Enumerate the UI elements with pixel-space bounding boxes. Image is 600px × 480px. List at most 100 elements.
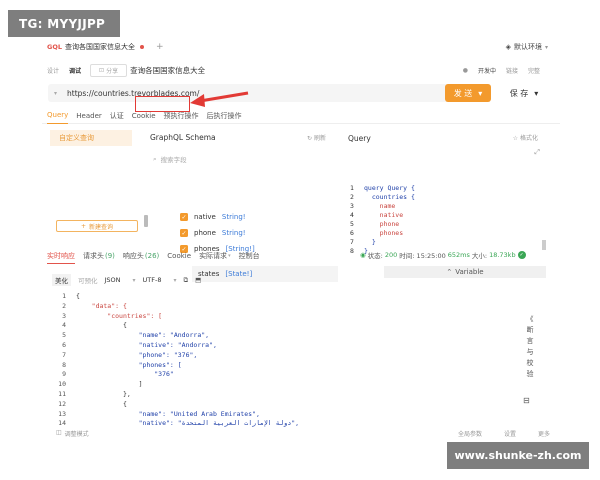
app-window: GQL 查询各国国家信息大全 + ◈ 默认环境 ▾ 设计 调试 ⊡ 分享 查询各… — [42, 38, 560, 440]
query-code[interactable]: 1 query Query { 2 countries { 3 name 4 na… — [350, 184, 415, 256]
full-button[interactable]: 完整 — [528, 66, 540, 75]
format-type-select[interactable]: JSON ▾ — [105, 276, 136, 284]
field-type: String! — [221, 229, 246, 237]
search-icon: ⌕ — [153, 154, 157, 163]
tab-live-response[interactable]: 实时响应 — [47, 248, 75, 264]
refresh-label: 刷新 — [313, 135, 326, 142]
encoding-select[interactable]: UTF-8 ▾ — [143, 276, 177, 284]
code-line: 6 "native": "Andorra", — [50, 341, 299, 351]
save-label: 保 存 — [509, 88, 529, 98]
new-query-label: 新建查询 — [89, 223, 114, 231]
tab-actual-request[interactable]: 实际请求 ▾ — [199, 248, 231, 264]
url-bar[interactable]: ▾ https://countries.trevorblades.com/ — [48, 84, 482, 102]
status-size-label: 大小: — [471, 252, 488, 260]
tab-label: 请求头 — [83, 252, 104, 260]
status-time: 时间: 15:25:00 — [399, 252, 446, 260]
code-line: 9 "376" — [50, 370, 299, 380]
code-line: 8 "phones": [ — [50, 361, 299, 371]
encoding-value: UTF-8 — [142, 276, 162, 284]
response-body[interactable]: 1{ 2 "data": { 3 "countries": [ 4 { 5 "n… — [50, 292, 299, 429]
sidebar-icon: ◫ — [56, 428, 62, 436]
code-line: 11 }, — [50, 390, 299, 400]
global-params-button[interactable]: 全局参数 — [458, 429, 482, 438]
variable-toggle[interactable]: ⌃ Variable — [384, 266, 546, 278]
tab-auth[interactable]: 认证 — [110, 108, 124, 124]
settings-button[interactable]: 设置 — [504, 429, 516, 438]
environment-selector[interactable]: ◈ 默认环境 ▾ — [506, 42, 548, 52]
schema-field-row-states[interactable]: states [State!] — [192, 266, 338, 282]
mode-debug[interactable]: 调试 — [64, 66, 86, 75]
send-label: 发 送 — [453, 88, 473, 98]
line-number: 7 — [350, 238, 354, 246]
expand-icon[interactable]: ⤢ — [534, 148, 540, 157]
format-icon: ☆ — [512, 135, 519, 142]
scrollbar-thumb[interactable] — [144, 215, 148, 227]
line-number: 9 — [62, 370, 66, 379]
more-button[interactable]: 更多 — [538, 429, 550, 438]
mode-design[interactable]: 设计 — [42, 66, 64, 75]
code-line: 5 phone — [350, 220, 415, 229]
raw-button[interactable]: 可预化 — [78, 275, 98, 285]
panel-layout-icon[interactable]: ⊟ — [523, 396, 530, 405]
query-editor-title: Query — [348, 134, 371, 143]
line-number: 5 — [350, 220, 354, 228]
code-line: 12 { — [50, 400, 299, 410]
tab-response-headers[interactable]: 响应头 (26) — [123, 248, 159, 264]
mode-bar: 设计 调试 ⊡ 分享 查询各国国家信息大全 ● 开发中 链接 完整 — [42, 61, 560, 79]
share-button[interactable]: ⊡ 分享 — [90, 63, 128, 77]
format-bar: 美化 可预化 JSON ▾ UTF-8 ▾ ⧉ ⬒ — [52, 274, 201, 286]
tab-label: 实时响应 — [47, 251, 75, 260]
gql-badge: GQL — [47, 43, 63, 51]
status-dot-icon: ● — [462, 67, 468, 74]
assertion-side-tab[interactable]: 《 断 言 与 校 验 — [522, 314, 538, 386]
line-number: 4 — [350, 211, 354, 219]
request-title[interactable]: 查询各国国家信息大全 — [130, 65, 205, 76]
dev-status[interactable]: 开发中 — [478, 66, 496, 75]
field-name: native — [194, 213, 216, 221]
format-button[interactable]: ☆ 格式化 — [513, 133, 538, 142]
save-button[interactable]: 保 存 ▾ — [500, 84, 548, 102]
adjust-mode-button[interactable]: ◫ 调整模式 — [56, 429, 89, 438]
beautify-button[interactable]: 美化 — [52, 274, 71, 286]
schema-refresh-button[interactable]: ↻ 刷新 — [307, 133, 326, 142]
checkbox-checked-icon[interactable]: ✓ — [180, 213, 188, 221]
side-tab-char: 断 — [526, 326, 534, 334]
custom-query-item[interactable]: 自定义查询 — [50, 130, 132, 146]
code-text: { — [76, 399, 127, 408]
schema-search[interactable]: ⌕ 搜索字段 — [150, 152, 338, 166]
adjust-mode-label: 调整模式 — [64, 430, 89, 438]
schema-field-row[interactable]: ✓ phone String! — [180, 226, 246, 240]
footer: ◫ 调整模式 全局参数 设置 更多 — [42, 426, 560, 440]
tab-console[interactable]: 控制台 — [239, 248, 260, 264]
tab-cookie[interactable]: Cookie — [167, 248, 191, 264]
chevron-down-icon[interactable]: ▾ — [54, 90, 57, 97]
tab-graphql-query[interactable]: GQL 查询各国国家信息大全 — [42, 38, 145, 56]
code-line: 5 "name": "Andorra", — [50, 331, 299, 341]
code-line: 7 } — [350, 238, 415, 247]
download-icon[interactable]: ⬒ — [195, 276, 201, 284]
copy-icon[interactable]: ⧉ — [184, 276, 189, 285]
request-tabs: Query Header 认证 Cookie 预执行操作 后执行操作 — [42, 108, 560, 124]
annotation-highlight-box — [135, 96, 190, 112]
tab-request-headers[interactable]: 请求头 (9) — [83, 248, 115, 264]
line-number: 3 — [62, 311, 66, 320]
tab-header[interactable]: Header — [76, 108, 102, 124]
new-query-button[interactable]: + 新建查询 — [56, 220, 138, 232]
send-button[interactable]: 发 送 ▾ — [445, 84, 491, 102]
code-line: 13 "name": "United Arab Emirates", — [50, 410, 299, 420]
code-text: { — [76, 321, 127, 330]
watermark-bottom-right: www.shunke-zh.com — [447, 442, 589, 469]
schema-search-input[interactable]: 搜索字段 — [161, 154, 187, 164]
checkbox-checked-icon[interactable]: ✓ — [180, 229, 188, 237]
env-icon: ◈ — [505, 43, 511, 51]
chevron-down-icon: ▾ — [228, 253, 231, 259]
link-button[interactable]: 链接 — [506, 66, 518, 75]
globe-icon: ◉ — [360, 251, 366, 259]
code-text: "native": "Andorra", — [76, 340, 217, 349]
code-text: "name": "Andorra", — [76, 331, 210, 340]
schema-title: GraphQL Schema — [150, 133, 216, 142]
schema-field-row[interactable]: ✓ native String! — [180, 210, 246, 224]
side-tab-char: 《 — [526, 315, 534, 323]
new-tab-button[interactable]: + — [156, 42, 164, 52]
tab-query[interactable]: Query — [47, 108, 69, 124]
